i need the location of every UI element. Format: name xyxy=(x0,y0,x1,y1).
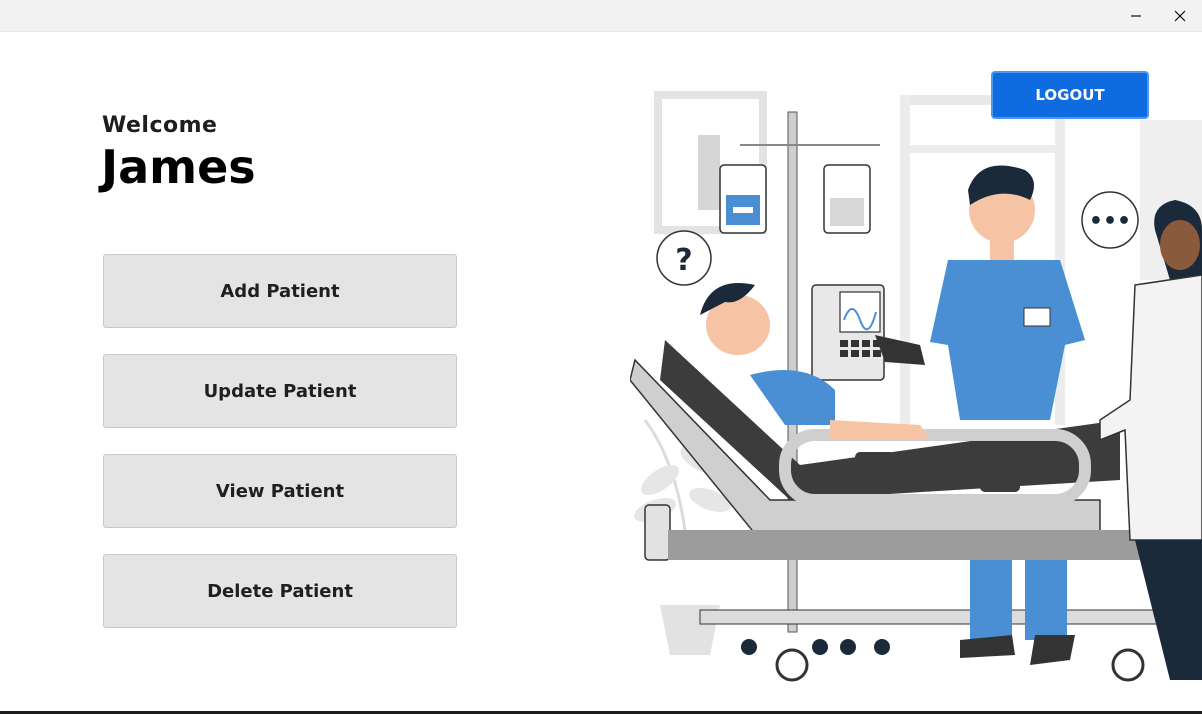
svg-text:•••: ••• xyxy=(1089,209,1131,234)
hospital-illustration: ? ••• xyxy=(630,91,1202,682)
question-bubble-icon: ? xyxy=(656,230,712,286)
iv-bag-icon xyxy=(719,164,767,234)
speech-bubble-icon: ••• xyxy=(1081,191,1139,249)
minimize-icon[interactable] xyxy=(1114,0,1158,31)
update-patient-button[interactable]: Update Patient xyxy=(103,354,457,428)
monitor-icon xyxy=(811,284,885,381)
svg-text:?: ? xyxy=(675,243,692,278)
title-bar xyxy=(0,0,1202,32)
user-name: James xyxy=(101,140,256,194)
add-patient-button[interactable]: Add Patient xyxy=(103,254,457,328)
close-icon[interactable] xyxy=(1158,0,1202,31)
welcome-text: Welcome xyxy=(102,113,218,138)
logout-button[interactable]: LOGOUT xyxy=(991,71,1149,119)
view-patient-button[interactable]: View Patient xyxy=(103,454,457,528)
delete-patient-button[interactable]: Delete Patient xyxy=(103,554,457,628)
